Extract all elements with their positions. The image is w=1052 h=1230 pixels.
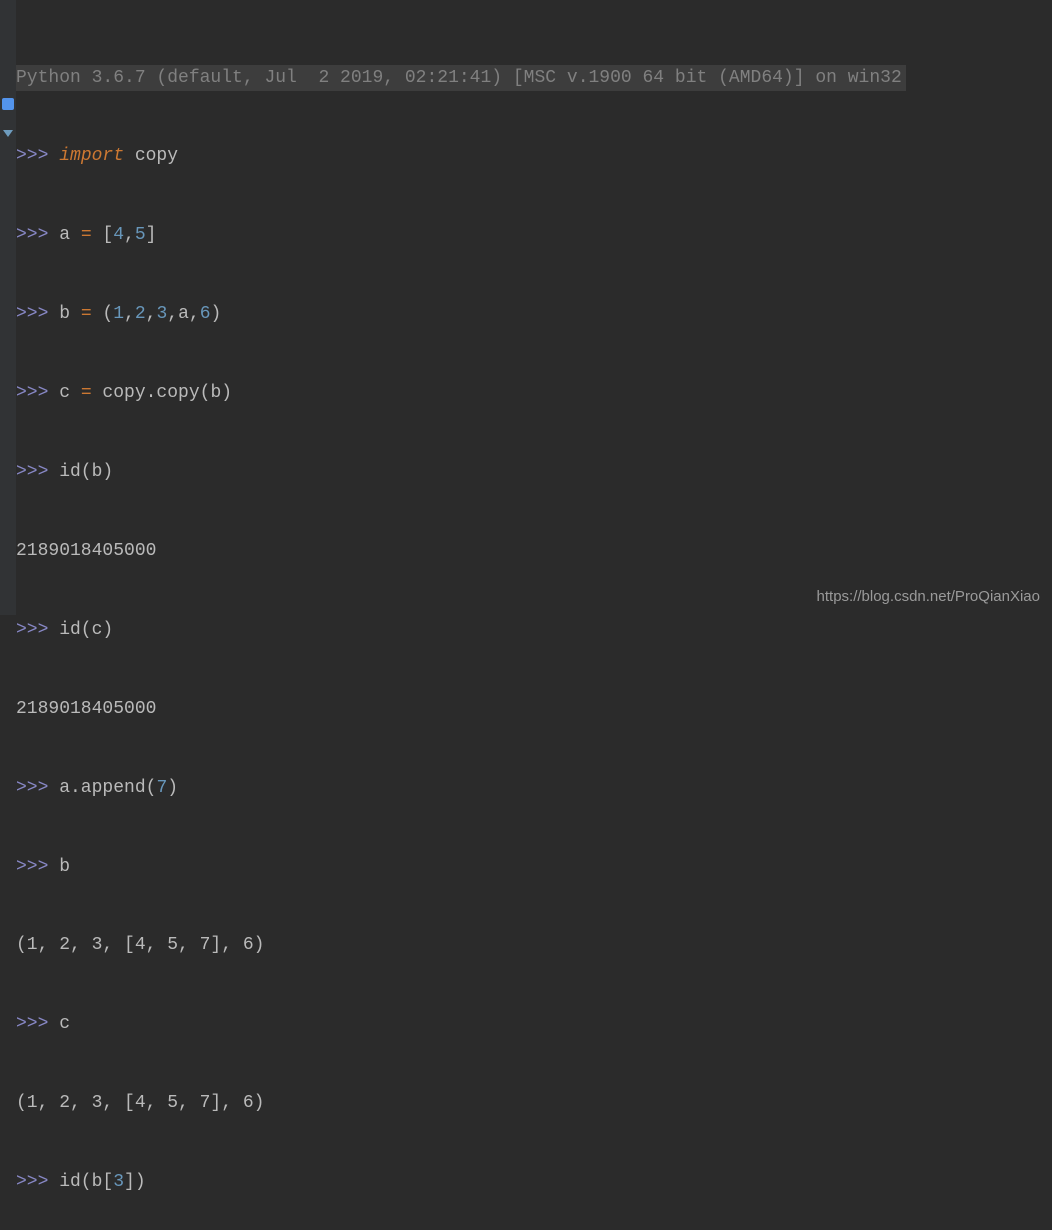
repl-prompt: >>> <box>16 146 48 166</box>
repl-prompt: >>> <box>16 620 48 640</box>
python-console[interactable]: Python 3.6.7 (default, Jul 2 2019, 02:21… <box>16 12 1042 1230</box>
repl-prompt: >>> <box>16 383 48 403</box>
watermark-text: https://blog.csdn.net/ProQianXiao <box>817 588 1040 605</box>
gutter-arrow-icon <box>3 130 13 137</box>
gutter-marker-icon <box>2 98 14 110</box>
python-header: Python 3.6.7 (default, Jul 2 2019, 02:21… <box>16 65 906 91</box>
editor-gutter <box>0 0 16 615</box>
repl-prompt: >>> <box>16 857 48 877</box>
repl-prompt: >>> <box>16 462 48 482</box>
repl-prompt: >>> <box>16 225 48 245</box>
output-value: (1, 2, 3, [4, 5, 7], 6) <box>16 935 264 955</box>
repl-prompt: >>> <box>16 778 48 798</box>
output-value: 2189018405000 <box>16 541 156 561</box>
repl-prompt: >>> <box>16 304 48 324</box>
output-value: (1, 2, 3, [4, 5, 7], 6) <box>16 1093 264 1113</box>
repl-prompt: >>> <box>16 1172 48 1192</box>
repl-prompt: >>> <box>16 1014 48 1034</box>
output-value: 2189018405000 <box>16 699 156 719</box>
keyword-import: import <box>59 146 124 166</box>
